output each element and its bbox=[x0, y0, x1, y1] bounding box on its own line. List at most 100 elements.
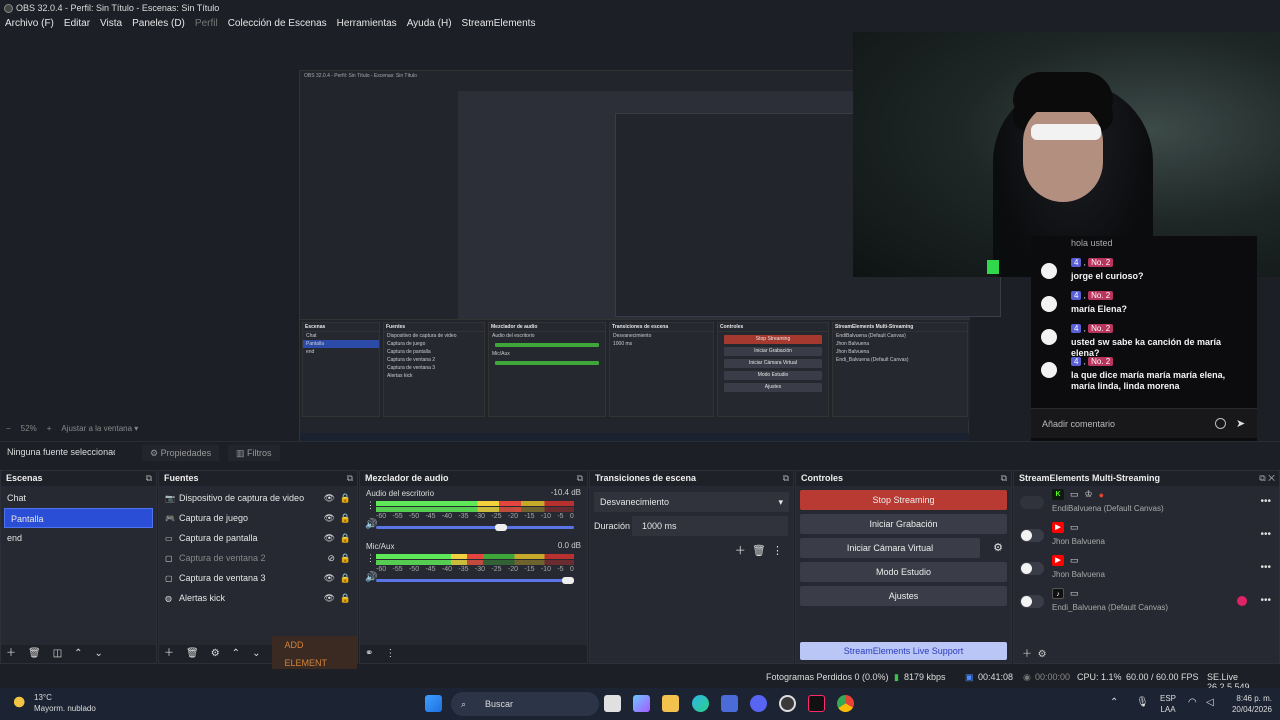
gear-icon[interactable]: ⚙ bbox=[211, 645, 220, 663]
add-icon[interactable]: ＋ bbox=[735, 545, 746, 557]
stream-toggle[interactable] bbox=[1020, 595, 1044, 608]
kebab-icon[interactable]: ⋮ bbox=[772, 545, 783, 557]
up-icon[interactable]: ⌃ bbox=[232, 645, 240, 663]
taskbar-search[interactable]: ⌕ Buscar bbox=[451, 692, 599, 716]
menu-coleccion[interactable]: Colección de Escenas bbox=[223, 16, 332, 32]
scene-item[interactable]: Chat bbox=[1, 488, 156, 508]
windows-start-icon[interactable] bbox=[425, 695, 442, 712]
eye-hidden-icon[interactable]: ⊘ bbox=[327, 548, 335, 568]
undock-icon[interactable]: ⧉ bbox=[783, 471, 789, 486]
undock-icon[interactable]: ⧉ bbox=[146, 471, 152, 486]
wifi-icon[interactable]: ◠ bbox=[1188, 697, 1197, 708]
zoom-out-button[interactable]: − bbox=[6, 424, 11, 436]
microphone-icon[interactable]: 🎙 bbox=[1136, 697, 1149, 708]
menu-streamelements[interactable]: StreamElements bbox=[457, 16, 541, 32]
file-explorer-icon[interactable] bbox=[662, 695, 679, 712]
store-icon[interactable] bbox=[721, 695, 738, 712]
volume-knob[interactable] bbox=[495, 524, 507, 531]
gear-icon[interactable]: ⚙ bbox=[993, 541, 1003, 554]
up-icon[interactable]: ⌃ bbox=[74, 645, 82, 663]
volume-knob[interactable] bbox=[562, 577, 574, 584]
stream-toggle[interactable] bbox=[1020, 529, 1044, 542]
volume-icon[interactable]: ◁ bbox=[1206, 697, 1214, 708]
lock-icon[interactable]: 🔒 bbox=[340, 508, 351, 528]
source-item[interactable]: 🎮 Captura de juego 👁 🔒 bbox=[159, 508, 357, 528]
source-item[interactable]: ▭ Captura de pantalla 👁 🔒 bbox=[159, 528, 357, 548]
eye-icon[interactable]: 👁 bbox=[324, 528, 335, 548]
virtual-camera-button[interactable]: Iniciar Cámara Virtual bbox=[800, 538, 980, 558]
copilot-icon[interactable] bbox=[633, 695, 650, 712]
chat-comment-input[interactable]: Añadir comentario bbox=[1042, 419, 1115, 429]
menu-ayuda[interactable]: Ayuda (H) bbox=[402, 16, 457, 32]
trash-icon[interactable]: 🗑 bbox=[752, 545, 766, 557]
kebab-icon[interactable]: ⋮ bbox=[366, 500, 375, 511]
chevron-up-icon[interactable]: ⌃ bbox=[1110, 697, 1118, 708]
more-icon[interactable]: ••• bbox=[1260, 595, 1271, 606]
menu-herramientas[interactable]: Herramientas bbox=[332, 16, 402, 32]
eye-icon[interactable]: 👁 bbox=[324, 508, 335, 528]
chat-comment-bar[interactable]: Añadir comentario ➤ bbox=[1031, 408, 1257, 438]
undock-icon[interactable]: ⧉ bbox=[577, 471, 583, 486]
source-item[interactable]: 📷 Dispositivo de captura de video 👁 🔒 bbox=[159, 488, 357, 508]
studio-mode-button[interactable]: Modo Estudio bbox=[800, 562, 1007, 582]
filters-button[interactable]: ▥ Filtros bbox=[228, 445, 280, 461]
lock-icon[interactable]: 🔒 bbox=[340, 568, 351, 588]
volume-slider[interactable] bbox=[376, 579, 574, 582]
lock-icon[interactable]: 🔒 bbox=[340, 588, 351, 608]
down-icon[interactable]: ⌄ bbox=[252, 645, 260, 663]
settings-button[interactable]: Ajustes bbox=[800, 586, 1007, 606]
eye-icon[interactable]: 👁 bbox=[324, 488, 335, 508]
source-item[interactable]: ◍ Alertas kick 👁 🔒 bbox=[159, 588, 357, 608]
add-icon[interactable]: ＋ bbox=[164, 645, 174, 663]
lock-icon[interactable]: 🔒 bbox=[340, 528, 351, 548]
add-element-button[interactable]: ADD ELEMENT bbox=[272, 636, 357, 672]
tiktok-icon[interactable] bbox=[808, 695, 825, 712]
taskbar-clock[interactable]: 8:46 p. m. 20/04/2026 bbox=[1232, 693, 1272, 715]
discord-icon[interactable] bbox=[750, 695, 767, 712]
stop-streaming-button[interactable]: Stop Streaming bbox=[800, 490, 1007, 510]
lock-icon[interactable]: 🔒 bbox=[340, 488, 351, 508]
kebab-icon[interactable]: ⋮ bbox=[366, 553, 375, 564]
undock-icon[interactable]: ⧉ bbox=[347, 471, 353, 486]
filter-icon[interactable]: ◫ bbox=[53, 645, 62, 663]
trash-icon[interactable]: 🗑 bbox=[186, 645, 199, 663]
task-view-icon[interactable] bbox=[604, 695, 621, 712]
trash-icon[interactable]: 🗑 bbox=[28, 645, 41, 663]
chrome-icon[interactable] bbox=[837, 695, 854, 712]
kebab-icon[interactable]: ⋮ bbox=[385, 645, 395, 663]
add-icon[interactable]: ＋ bbox=[1022, 649, 1032, 660]
close-icon[interactable]: ⧉ ✕ bbox=[1259, 471, 1275, 486]
weather-widget[interactable]: 13°C Mayorm. nublado bbox=[12, 692, 96, 714]
down-icon[interactable]: ⌄ bbox=[95, 645, 103, 663]
language-indicator[interactable]: ESP LAA bbox=[1160, 693, 1176, 715]
zoom-in-button[interactable]: + bbox=[47, 424, 52, 436]
menu-editar[interactable]: Editar bbox=[59, 16, 95, 32]
eye-icon[interactable]: 👁 bbox=[324, 568, 335, 588]
send-icon[interactable]: ➤ bbox=[1236, 417, 1245, 430]
menu-vista[interactable]: Vista bbox=[95, 16, 127, 32]
emoji-icon[interactable] bbox=[1215, 418, 1226, 429]
menu-paneles[interactable]: Paneles (D) bbox=[127, 16, 190, 32]
obs-icon[interactable] bbox=[779, 695, 796, 712]
stream-toggle[interactable] bbox=[1020, 496, 1044, 509]
edge-icon[interactable] bbox=[692, 695, 709, 712]
source-item[interactable]: ▢ Captura de ventana 2 ⊘ 🔒 bbox=[159, 548, 357, 568]
scene-item[interactable]: Pantalla bbox=[4, 508, 153, 528]
lock-icon[interactable]: 🔒 bbox=[340, 548, 351, 568]
properties-button[interactable]: ⚙ Propiedades bbox=[142, 445, 220, 461]
start-recording-button[interactable]: Iniciar Grabación bbox=[800, 514, 1007, 534]
zoom-fit-select[interactable]: Ajustar a la ventana ▾ bbox=[61, 424, 138, 436]
live-support-button[interactable]: StreamElements Live Support bbox=[800, 642, 1007, 660]
more-icon[interactable]: ••• bbox=[1260, 529, 1271, 540]
scene-item[interactable]: end bbox=[1, 528, 156, 548]
stream-toggle[interactable] bbox=[1020, 562, 1044, 575]
source-item[interactable]: ▢ Captura de ventana 3 👁 🔒 bbox=[159, 568, 357, 588]
eye-icon[interactable]: 👁 bbox=[324, 588, 335, 608]
transition-select[interactable]: Desvanecimiento ▾ bbox=[594, 492, 789, 512]
menu-archivo[interactable]: Archivo (F) bbox=[0, 16, 59, 32]
duration-input[interactable]: 1000 ms bbox=[632, 516, 788, 536]
more-icon[interactable]: ••• bbox=[1260, 496, 1271, 507]
volume-slider[interactable] bbox=[376, 526, 574, 529]
link-icon[interactable]: ⚭ bbox=[365, 645, 373, 663]
gear-icon[interactable]: ⚙ bbox=[1038, 649, 1047, 660]
